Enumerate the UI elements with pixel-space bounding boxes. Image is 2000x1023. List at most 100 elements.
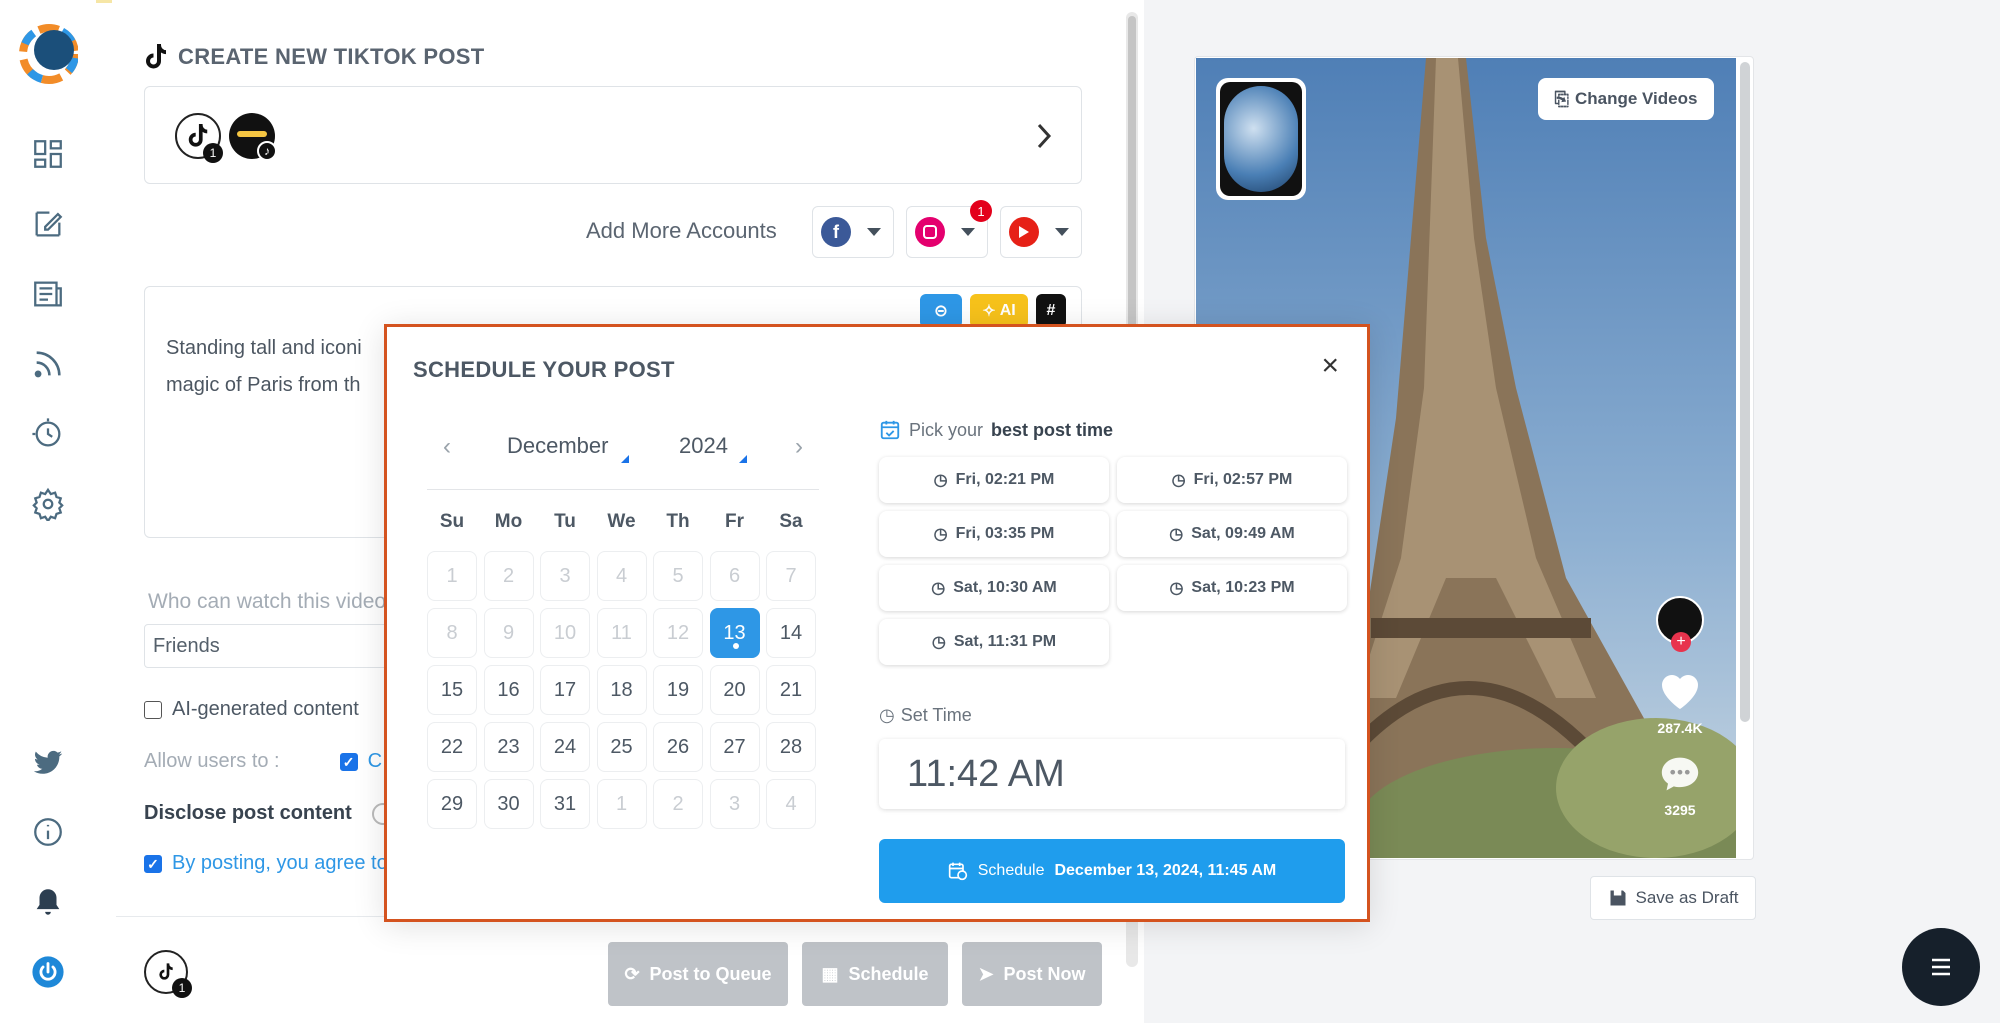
posts-icon[interactable] <box>28 274 68 314</box>
menu-fab-button[interactable] <box>1902 928 1980 1006</box>
calendar-day[interactable]: 24 <box>540 722 590 772</box>
channel-avatar[interactable]: ♪ <box>229 113 277 161</box>
calendar-day[interactable]: 25 <box>596 722 647 772</box>
settings-icon[interactable] <box>28 484 68 524</box>
pick-prefix: Pick your <box>909 419 984 440</box>
time-slot-label: Fri, 02:21 PM <box>955 471 1055 488</box>
time-slot-label: Sat, 10:23 PM <box>1191 579 1295 596</box>
calendar-day-selected[interactable]: 13 <box>709 608 760 658</box>
prev-month-chevron-icon[interactable]: ‹ <box>427 427 467 467</box>
tiktok-account-avatar[interactable]: 1 <box>175 113 223 163</box>
twitter-icon[interactable] <box>28 742 68 782</box>
agree-checkbox[interactable] <box>144 854 162 873</box>
preview-profile-avatar: + <box>1656 596 1704 652</box>
time-slot-button[interactable]: ◷ Sat, 09:49 AM <box>1117 511 1347 557</box>
send-icon: ➤ <box>978 963 994 984</box>
calendar-day: 6 <box>709 551 760 601</box>
set-time-label: Set Time <box>900 705 972 725</box>
rss-icon[interactable] <box>28 344 68 384</box>
footer-account-avatar[interactable]: 1 <box>144 950 192 998</box>
footer-account-badge: 1 <box>172 978 192 998</box>
post-now-button[interactable]: ➤ Post Now <box>962 942 1102 1006</box>
chevron-right-icon[interactable] <box>1033 121 1055 151</box>
allow-comments-checkbox[interactable] <box>339 752 358 771</box>
time-slot-button[interactable]: ◷ Sat, 10:30 AM <box>879 565 1109 611</box>
video-thumbnail[interactable] <box>1216 78 1306 200</box>
comments-count: 3295 <box>1664 802 1696 818</box>
sparkle-icon: ✧ <box>982 303 996 320</box>
calendar-header: ‹ December 2024 › <box>427 423 819 471</box>
link-icon[interactable]: ⊝ <box>920 294 962 328</box>
calendar-check-icon <box>880 420 900 440</box>
clock-icon: ◷ <box>879 705 895 725</box>
facebook-icon: f <box>821 217 851 247</box>
time-slot-label: Sat, 10:30 AM <box>953 579 1057 596</box>
facebook-dropdown[interactable]: f <box>812 206 894 258</box>
ai-generated-checkbox[interactable] <box>144 700 162 719</box>
tiktok-icon <box>159 963 173 980</box>
save-as-draft-button[interactable]: Save as Draft <box>1590 876 1756 920</box>
left-rail <box>0 0 96 1023</box>
calendar-day[interactable]: 26 <box>653 722 703 772</box>
selected-accounts[interactable]: 1 ♪ <box>144 86 1082 184</box>
time-input[interactable]: 11:42 AM <box>879 739 1345 809</box>
ai-label: AI <box>999 302 1016 319</box>
floppy-disk-icon <box>1610 890 1625 906</box>
time-slot-button[interactable]: ◷ Sat, 10:23 PM <box>1117 565 1347 611</box>
ai-button[interactable]: ✧ AI <box>970 294 1028 328</box>
schedule-submit-label: Schedule <box>977 862 1045 879</box>
calendar-day[interactable]: 18 <box>596 665 647 715</box>
calendar-day[interactable]: 16 <box>483 665 534 715</box>
history-icon[interactable] <box>28 414 68 454</box>
post-to-queue-button[interactable]: ⟳ Post to Queue <box>608 942 788 1006</box>
time-slot-button[interactable]: ◷ Fri, 02:57 PM <box>1117 457 1347 503</box>
calendar-day[interactable]: 22 <box>427 722 477 772</box>
clock-icon: ◷ <box>931 580 946 597</box>
calendar-day[interactable]: 19 <box>653 665 703 715</box>
caption-line: Standing tall and iconi <box>166 337 362 359</box>
calendar-day[interactable]: 27 <box>709 722 760 772</box>
bell-icon[interactable] <box>28 882 68 922</box>
clock-icon: ◷ <box>1169 526 1184 543</box>
caret-down-icon <box>867 228 881 236</box>
calendar-day[interactable]: 17 <box>540 665 590 715</box>
post-now-label: Post Now <box>1003 963 1086 984</box>
info-icon[interactable] <box>28 812 68 852</box>
visibility-label: Who can watch this video <box>148 590 387 613</box>
time-slot-button[interactable]: ◷ Fri, 02:21 PM <box>879 457 1109 503</box>
dashboard-icon[interactable] <box>28 134 68 174</box>
preview-scrollbar[interactable] <box>1740 62 1750 722</box>
time-slot-button[interactable]: ◷ Fri, 03:35 PM <box>879 511 1109 557</box>
footer-schedule-button[interactable]: ▦ Schedule <box>802 942 948 1006</box>
agree-row[interactable]: By posting, you agree to <box>144 852 388 875</box>
set-time-heading: ◷ Set Time <box>879 705 972 726</box>
power-icon[interactable] <box>28 952 68 992</box>
compose-icon[interactable] <box>28 204 68 244</box>
calendar-clock-icon <box>948 862 967 881</box>
change-videos-button[interactable]: ⎘ Change Videos <box>1538 78 1714 120</box>
youtube-dropdown[interactable] <box>1000 206 1082 258</box>
close-icon[interactable]: × <box>1321 349 1339 383</box>
caption-toolbar: ⊝ ✧ AI # <box>920 294 1066 328</box>
calendar-day[interactable]: 31 <box>540 779 590 829</box>
comment-icon <box>1661 757 1699 791</box>
calendar-day[interactable]: 28 <box>766 722 816 772</box>
calendar-day[interactable]: 15 <box>427 665 477 715</box>
calendar-day[interactable]: 21 <box>766 665 816 715</box>
month-select[interactable]: December <box>507 433 608 459</box>
next-month-chevron-icon[interactable]: › <box>779 427 819 467</box>
hashtag-icon[interactable]: # <box>1036 294 1066 328</box>
calendar-day: 5 <box>653 551 703 601</box>
calendar-day[interactable]: 14 <box>766 608 816 658</box>
ai-generated-row[interactable]: AI-generated content <box>144 698 359 721</box>
calendar-day[interactable]: 23 <box>483 722 534 772</box>
video-swap-icon: ⎘ <box>1554 88 1569 109</box>
schedule-submit-button[interactable]: Schedule December 13, 2024, 11:45 AM <box>879 839 1345 903</box>
year-select[interactable]: 2024 <box>679 433 728 459</box>
time-slot-button[interactable]: ◷ Sat, 11:31 PM <box>879 619 1109 665</box>
schedule-datetime: December 13, 2024, 11:45 AM <box>1054 862 1277 879</box>
calendar-day[interactable]: 29 <box>427 779 477 829</box>
calendar-day: 11 <box>596 608 647 658</box>
calendar-day[interactable]: 20 <box>709 665 760 715</box>
calendar-day[interactable]: 30 <box>483 779 534 829</box>
